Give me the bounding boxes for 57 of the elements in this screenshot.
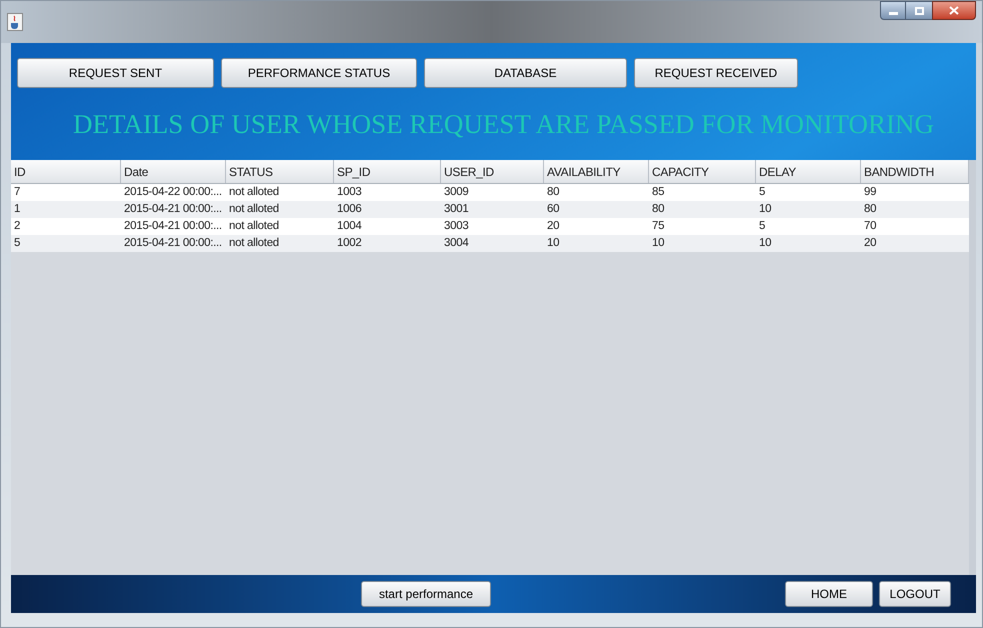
table-cell-text: 20 bbox=[863, 236, 878, 251]
table-cell-text: 80 bbox=[546, 184, 560, 200]
column-header[interactable]: CAPACITY bbox=[649, 160, 756, 183]
table-cell-text: 99 bbox=[863, 184, 878, 200]
table-cell-text: 2 bbox=[13, 218, 22, 234]
table-cell-text: 2015-04-21 00:00:... bbox=[123, 202, 223, 217]
nav-button[interactable]: REQUEST RECEIVED bbox=[634, 58, 798, 88]
table-cell-text: 1002 bbox=[336, 236, 362, 251]
table-cell-text: 10 bbox=[546, 236, 560, 251]
table-cell-text: 70 bbox=[863, 218, 878, 234]
table-cell-text: 1004 bbox=[336, 218, 362, 234]
minimize-button[interactable] bbox=[880, 1, 906, 20]
table-cell-text: 1006 bbox=[336, 202, 362, 217]
column-header[interactable]: USER_ID bbox=[441, 160, 544, 183]
table-cell-text: 10 bbox=[758, 202, 772, 217]
table-cell-text: 20 bbox=[546, 218, 560, 234]
nav-button[interactable]: PERFORMANCE STATUS bbox=[221, 58, 417, 88]
table-cell-text: not alloted bbox=[228, 218, 280, 234]
table-cell-text: 3009 bbox=[443, 184, 470, 200]
table-cell-text: 2015-04-22 00:00:... bbox=[123, 184, 223, 200]
table-cell-text: 5 bbox=[758, 218, 766, 234]
nav-button[interactable]: DATABASE bbox=[424, 58, 627, 88]
table-cell-text: 3004 bbox=[443, 236, 470, 251]
logout-button[interactable]: LOGOUT bbox=[879, 581, 951, 607]
column-header[interactable]: DELAY bbox=[756, 160, 861, 183]
table-cell-text: 80 bbox=[863, 202, 878, 217]
table-cell-text: 3003 bbox=[443, 218, 470, 234]
column-header[interactable]: SP_ID bbox=[334, 160, 441, 183]
column-header[interactable]: Date bbox=[121, 160, 226, 183]
start-performance-button[interactable]: start performance bbox=[361, 581, 491, 607]
table-cell-text: 2015-04-21 00:00:... bbox=[123, 236, 223, 251]
column-header[interactable]: ID bbox=[11, 160, 121, 183]
maximize-button[interactable] bbox=[906, 1, 932, 20]
table-cell-text: 5 bbox=[758, 184, 766, 200]
table-cell-text: 2015-04-21 00:00:... bbox=[123, 218, 223, 234]
table-cell-text: 5 bbox=[13, 236, 22, 251]
column-header[interactable]: STATUS bbox=[226, 160, 334, 183]
nav-button[interactable]: REQUEST SENT bbox=[17, 58, 214, 88]
table-cell-text: 75 bbox=[651, 218, 666, 234]
table-cell-text: 10 bbox=[651, 236, 666, 251]
table-cell-text: 7 bbox=[13, 184, 22, 200]
table-cell-text: 1003 bbox=[336, 184, 362, 200]
java-cup-icon bbox=[7, 13, 23, 31]
home-button[interactable]: HOME bbox=[785, 581, 873, 607]
panel-heading: DETAILS OF USER WHOSE REQUEST ARE PASSED FOR MONITORING bbox=[72, 108, 935, 141]
table-cell-text: 80 bbox=[651, 202, 666, 217]
table-cell-text: 1 bbox=[13, 202, 22, 217]
table-cell-text: not alloted bbox=[228, 236, 280, 251]
close-button[interactable] bbox=[932, 1, 976, 20]
table-cell-text: 85 bbox=[651, 184, 666, 200]
column-header[interactable]: AVAILABILITY bbox=[544, 160, 649, 183]
table-cell-text: 60 bbox=[546, 202, 560, 217]
table-cell-text: 3001 bbox=[443, 202, 470, 217]
table-cell-text: not alloted bbox=[228, 184, 280, 200]
close-icon bbox=[949, 6, 959, 15]
table-cell-text: 10 bbox=[758, 236, 772, 251]
table-cell-text: not alloted bbox=[228, 202, 280, 217]
